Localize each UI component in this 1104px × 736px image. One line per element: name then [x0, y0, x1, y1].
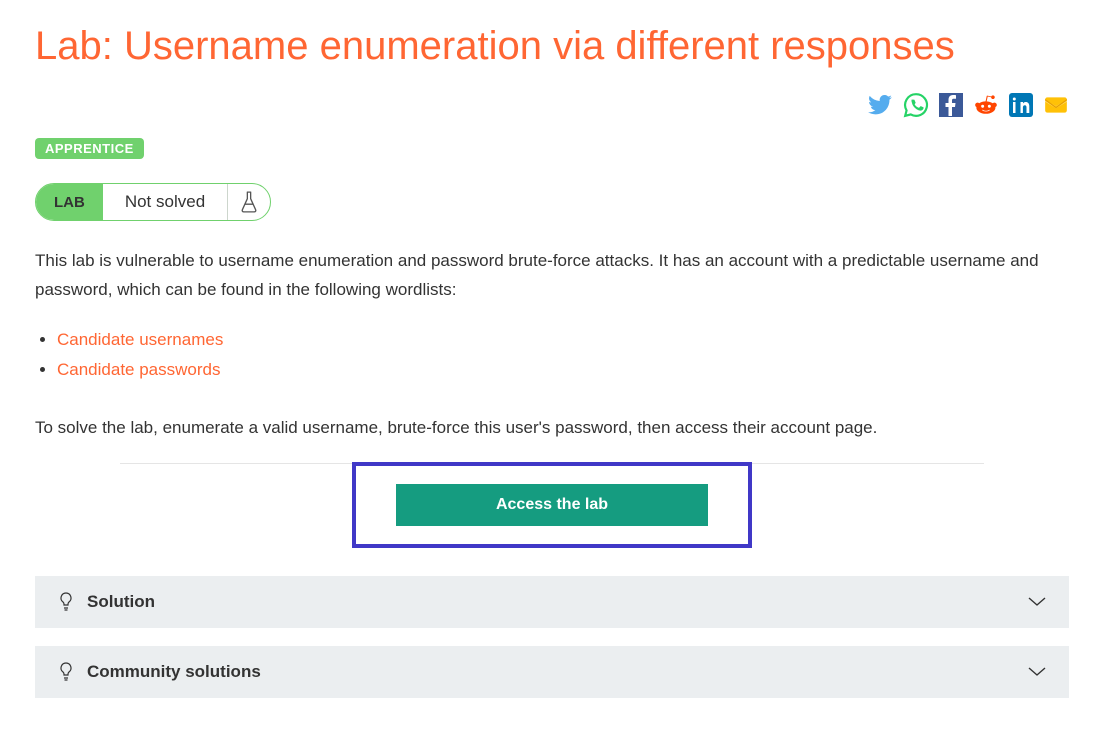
flask-icon	[228, 184, 270, 220]
list-item: Candidate usernames	[57, 325, 1069, 356]
access-section: Access the lab	[120, 463, 984, 548]
difficulty-badge: APPRENTICE	[35, 138, 144, 159]
lightbulb-icon	[57, 662, 75, 682]
accordion-title: Community solutions	[87, 662, 1015, 682]
chevron-down-icon	[1027, 666, 1047, 678]
wordlist-links: Candidate usernames Candidate passwords	[35, 325, 1069, 386]
list-item: Candidate passwords	[57, 355, 1069, 386]
access-lab-button[interactable]: Access the lab	[396, 484, 708, 526]
accordion-solution[interactable]: Solution	[35, 576, 1069, 628]
whatsapp-icon[interactable]	[903, 92, 929, 118]
candidate-passwords-link[interactable]: Candidate passwords	[57, 360, 220, 379]
lab-status-text: Not solved	[103, 184, 228, 220]
email-icon[interactable]	[1043, 92, 1069, 118]
lab-label: LAB	[36, 184, 103, 220]
accordion-community-solutions[interactable]: Community solutions	[35, 646, 1069, 698]
page-title: Lab: Username enumeration via different …	[35, 20, 1069, 72]
reddit-icon[interactable]	[973, 92, 999, 118]
linkedin-icon[interactable]	[1009, 93, 1033, 117]
accordion-title: Solution	[87, 592, 1015, 612]
candidate-usernames-link[interactable]: Candidate usernames	[57, 330, 223, 349]
intro-text: This lab is vulnerable to username enume…	[35, 247, 1069, 305]
chevron-down-icon	[1027, 596, 1047, 608]
lab-status: LAB Not solved	[35, 183, 271, 221]
lightbulb-icon	[57, 592, 75, 612]
access-highlight-frame: Access the lab	[352, 462, 752, 548]
instruction-text: To solve the lab, enumerate a valid user…	[35, 414, 1069, 443]
twitter-icon[interactable]	[867, 92, 893, 118]
share-row	[35, 92, 1069, 118]
facebook-icon[interactable]	[939, 93, 963, 117]
